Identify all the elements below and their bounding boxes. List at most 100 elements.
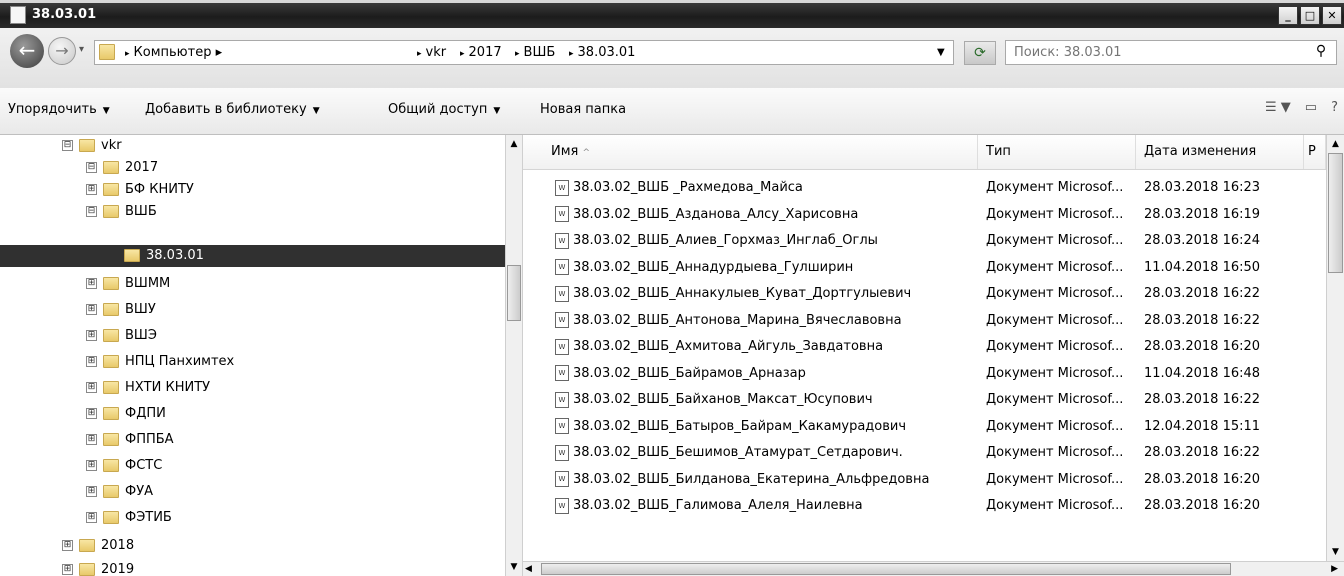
scroll-down-icon[interactable]: ▼ — [1327, 543, 1344, 561]
folder-icon — [103, 407, 119, 420]
file-date: 28.03.2018 16:20 — [1144, 471, 1261, 487]
tree-item[interactable]: ⊞ БФ КНИТУ — [86, 179, 194, 201]
tree-item[interactable]: ⊞ 2018 — [62, 535, 134, 557]
expand-icon[interactable]: ⊞ — [62, 540, 73, 551]
scroll-thumb[interactable] — [1328, 153, 1343, 273]
minimize-button[interactable]: _ — [1278, 6, 1298, 25]
scroll-down-icon[interactable]: ▼ — [506, 558, 522, 576]
table-row[interactable]: W 38.03.02_ВШБ_Батыров_Байрам_Какамурадов… — [523, 414, 1326, 440]
tree-item[interactable]: ⊞ НПЦ Панхимтех — [86, 351, 234, 373]
file-type: Документ Microsof... — [986, 180, 1124, 195]
file-name: 38.03.02_ВШБ_Бешимов_Атамурат_Сетдарович… — [573, 445, 903, 460]
table-row[interactable]: W 38.03.02_ВШБ_Аннадурдыева_Гулширин Докум… — [523, 255, 1326, 281]
tree-item[interactable]: ⊞ ВШЭ — [86, 325, 157, 347]
scroll-right-icon[interactable]: ▶ — [1331, 562, 1338, 576]
expand-icon[interactable]: ⊞ — [86, 408, 97, 419]
tree-scrollbar[interactable]: ▲ ▼ — [505, 135, 523, 576]
file-date: 28.03.2018 16:22 — [1144, 445, 1261, 460]
scroll-left-icon[interactable]: ◀ — [525, 562, 532, 576]
folder-icon — [79, 139, 95, 152]
breadcrumb-item[interactable]: ▸ ВШБ — [515, 45, 555, 60]
scroll-up-icon[interactable]: ▲ — [1327, 135, 1344, 153]
breadcrumb[interactable]: ▸ Компьютер ▸ ▸ vkr ▸ 2017 ▸ ВШБ ▸ 38.03.01 ▼ — [94, 40, 954, 65]
expand-icon[interactable]: ⊞ — [86, 486, 97, 497]
tree-item[interactable]: ⊞ ФППБА — [86, 429, 174, 451]
folder-icon — [103, 511, 119, 524]
file-type: Документ Microsof... — [986, 392, 1124, 407]
table-row[interactable]: W 38.03.02_ВШБ_Антонова_Марина_Вячеславов… — [523, 308, 1326, 334]
share-button[interactable]: Общий доступ ▼ — [388, 102, 500, 117]
table-row[interactable]: W 38.03.02_ВШБ_Байрамов_Арназар Документ M… — [523, 361, 1326, 387]
scroll-thumb[interactable] — [507, 265, 521, 321]
word-document-icon: W — [555, 232, 569, 249]
collapse-icon[interactable]: ⊟ — [86, 206, 97, 217]
table-row[interactable]: W 38.03.02_ВШБ_Аннакулыев_Куват_Дортгулые… — [523, 281, 1326, 307]
forward-button[interactable]: → — [48, 37, 76, 65]
organize-button[interactable]: Упорядочить ▼ — [8, 102, 110, 117]
expand-icon[interactable]: ⊞ — [86, 460, 97, 471]
table-row[interactable]: W 38.03.02_ВШБ_Бешимов_Атамурат_Сетдарови… — [523, 440, 1326, 466]
scroll-up-icon[interactable]: ▲ — [506, 135, 522, 153]
chevron-down-icon[interactable]: ▼ — [937, 47, 945, 58]
expand-icon[interactable]: ⊞ — [86, 434, 97, 445]
scroll-thumb[interactable] — [541, 563, 1231, 575]
tree-item[interactable]: ⊟ vkr — [62, 135, 122, 157]
folder-icon — [10, 6, 26, 24]
breadcrumb-item[interactable]: ▸ Компьютер ▸ — [125, 45, 222, 60]
close-button[interactable]: ✕ — [1322, 6, 1342, 25]
folder-icon — [124, 249, 140, 262]
tree-item[interactable]: ⊞ ВШММ — [86, 273, 170, 295]
back-button[interactable]: ← — [10, 34, 44, 68]
column-header-type[interactable]: Тип — [978, 135, 1136, 169]
tree-item[interactable]: ⊞ 2019 — [62, 559, 134, 576]
table-row[interactable]: W 38.03.02_ВШБ_Ахмитова_Айгуль_Завдатовна… — [523, 334, 1326, 360]
table-row[interactable]: W 38.03.02_ВШБ_Галимова_Алеля_Наилевна Док… — [523, 493, 1326, 519]
search-input[interactable] — [1014, 43, 1294, 61]
expand-icon[interactable]: ⊞ — [86, 184, 97, 195]
expand-icon[interactable]: ⊞ — [86, 278, 97, 289]
preview-pane-icon[interactable]: ▭ — [1305, 100, 1317, 115]
table-row[interactable]: W 38.03.02_ВШБ_Байханов_Максат_Юсупович До… — [523, 387, 1326, 413]
expand-icon[interactable]: ⊞ — [86, 382, 97, 393]
tree-item-selected[interactable]: 38.03.01 — [0, 245, 505, 267]
breadcrumb-item[interactable]: ▸ 38.03.01 — [569, 45, 635, 60]
help-icon[interactable]: ? — [1331, 100, 1338, 115]
table-row[interactable]: W 38.03.02_ВШБ _Рахмедова_Майса Документ M… — [523, 175, 1326, 201]
file-date: 28.03.2018 16:22 — [1144, 286, 1261, 301]
tree-item[interactable]: ⊞ ВШУ — [86, 299, 156, 321]
breadcrumb-item[interactable]: ▸ vkr — [417, 45, 446, 60]
tree-item[interactable]: ⊞ ФДПИ — [86, 403, 166, 425]
new-folder-button[interactable]: Новая папка — [540, 102, 626, 117]
tree-item[interactable]: ⊟ ВШБ — [86, 201, 157, 223]
expand-icon[interactable]: ⊞ — [86, 512, 97, 523]
collapse-icon[interactable]: ⊟ — [62, 140, 73, 151]
tree-item[interactable]: ⊞ ФЭТИБ — [86, 507, 172, 529]
table-row[interactable]: W 38.03.02_ВШБ_Билданова_Екатерина_Альфре… — [523, 467, 1326, 493]
word-document-icon: W — [555, 497, 569, 514]
maximize-button[interactable]: □ — [1300, 6, 1320, 25]
column-header-size[interactable]: Р — [1304, 135, 1326, 169]
table-row[interactable]: W 38.03.02_ВШБ_Азданова_Алсу_Харисовна Док… — [523, 202, 1326, 228]
file-list-scrollbar[interactable]: ▲ ▼ — [1326, 135, 1344, 561]
file-name: 38.03.02_ВШБ_Антонова_Марина_Вячеславовн… — [573, 312, 902, 328]
expand-icon[interactable]: ⊞ — [86, 356, 97, 367]
expand-icon[interactable]: ⊞ — [86, 330, 97, 341]
expand-icon[interactable]: ⊞ — [62, 564, 73, 575]
tree-item[interactable]: ⊟ 2017 — [86, 157, 158, 179]
refresh-button[interactable]: ⟳ — [964, 41, 996, 65]
search-icon[interactable]: ⚲ — [1310, 43, 1332, 63]
column-header-name[interactable]: Имя ^ — [523, 135, 978, 169]
tree-item[interactable]: ⊞ НХТИ КНИТУ — [86, 377, 210, 399]
horizontal-scrollbar[interactable]: ◀ ▶ — [523, 561, 1344, 576]
view-options-icon[interactable]: ☰ ▼ — [1265, 100, 1291, 115]
tree-item[interactable]: ⊞ ФУА — [86, 481, 153, 503]
history-dropdown-icon[interactable]: ▾ — [79, 44, 84, 55]
table-row[interactable]: W 38.03.02_ВШБ_Алиев_Горхмаз_Инглаб_Оглы Д… — [523, 228, 1326, 254]
add-to-library-button[interactable]: Добавить в библиотеку ▼ — [145, 102, 320, 117]
breadcrumb-item[interactable]: ▸ 2017 — [460, 45, 502, 60]
expand-icon[interactable]: ⊞ — [86, 304, 97, 315]
file-type: Документ Microsof... — [986, 206, 1124, 222]
column-header-date[interactable]: Дата изменения — [1136, 135, 1304, 169]
tree-item[interactable]: ⊞ ФСТС — [86, 455, 162, 477]
collapse-icon[interactable]: ⊟ — [86, 162, 97, 173]
